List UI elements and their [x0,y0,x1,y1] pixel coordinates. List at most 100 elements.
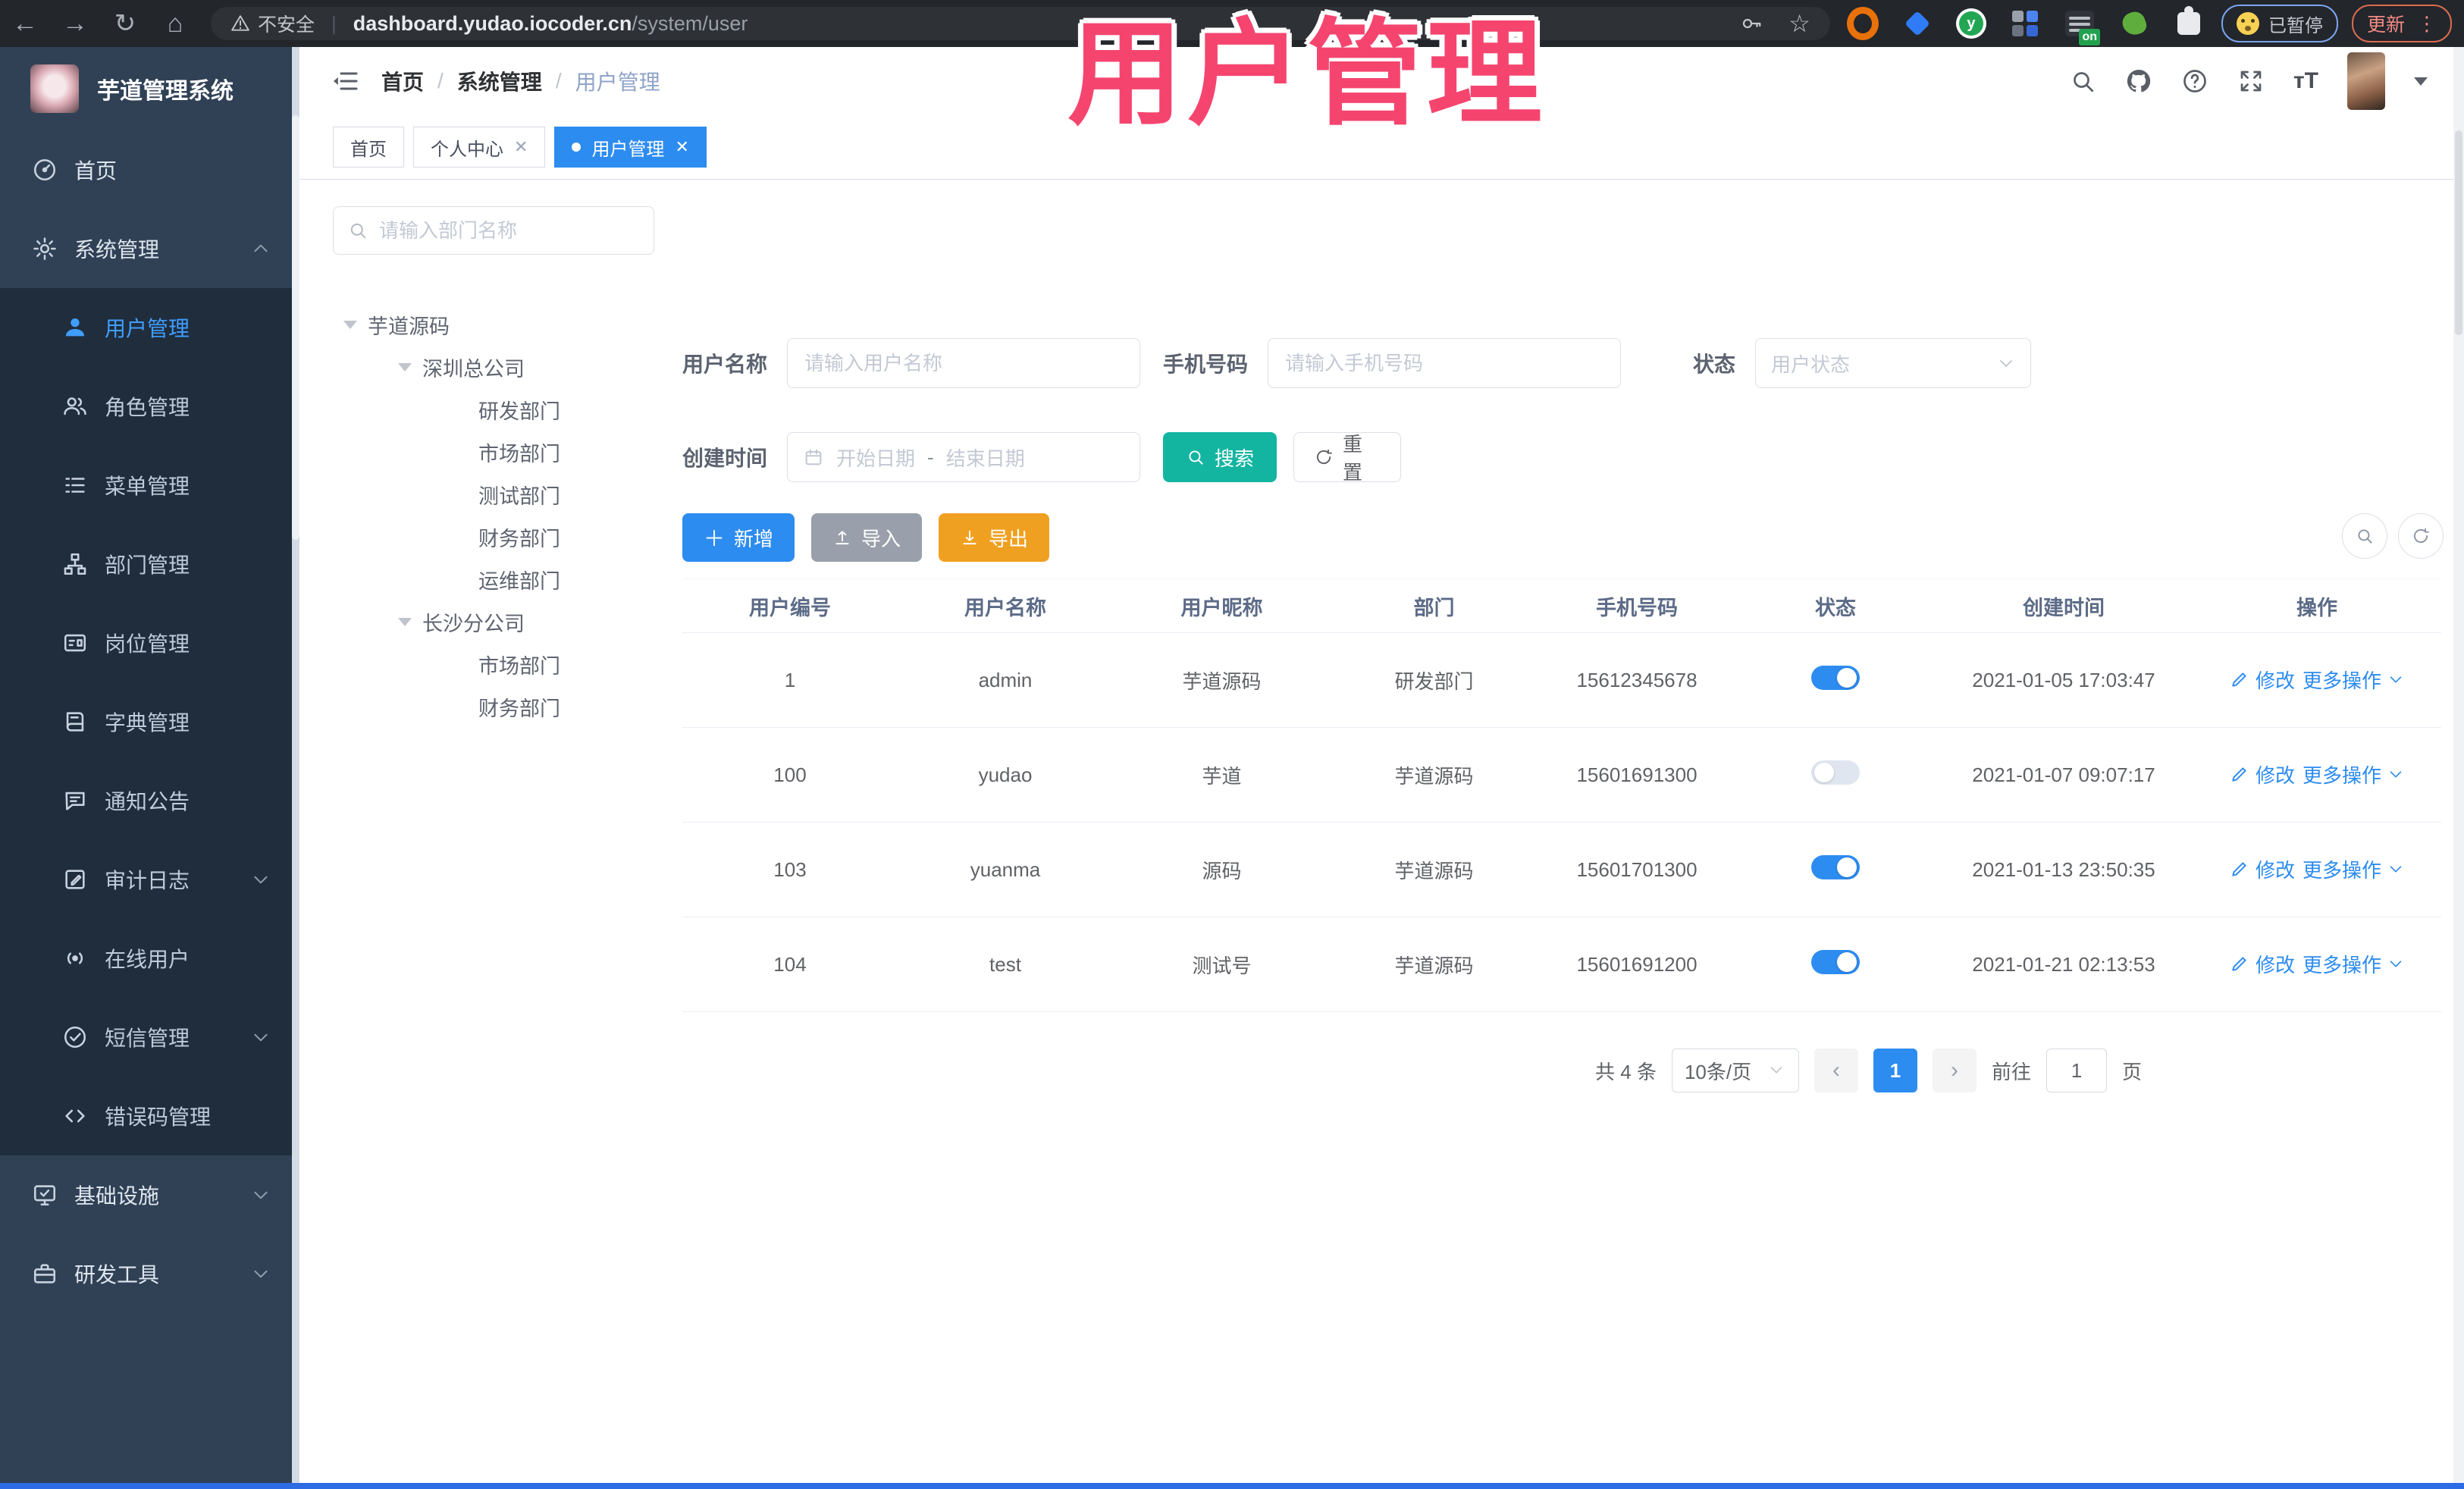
mobile-input[interactable] [1284,350,1606,376]
browser-update-button[interactable]: 更新 ⋮ [2351,5,2452,42]
dept-search-input[interactable] [378,218,640,243]
sidebar-item-sms-mgmt[interactable]: 短信管理 [0,998,292,1077]
search-icon[interactable] [2069,67,2096,95]
tree-node[interactable]: 测试部门 [333,473,654,516]
close-icon[interactable]: ✕ [514,137,528,157]
col-nickname: 用户昵称 [1113,578,1331,633]
date-range-picker[interactable]: 开始日期 - 结束日期 [787,432,1141,482]
app-title: 芋道管理系统 [97,79,234,104]
page-number-1[interactable]: 1 [1873,1049,1917,1092]
browser-forward-icon[interactable]: → [50,9,100,39]
close-icon[interactable]: ✕ [675,137,688,157]
sidebar-item-devtools[interactable]: 研发工具 [0,1234,292,1313]
browser-reload-icon[interactable]: ↻ [100,8,150,39]
tree-node[interactable]: 芋道源码 [333,303,654,346]
edit-link[interactable]: 修改 [2230,855,2295,883]
reset-button[interactable]: 重置 [1293,432,1401,484]
search-button[interactable]: 搜索 [1163,432,1277,482]
status-toggle[interactable] [1811,665,1860,690]
export-button[interactable]: 导出 [939,513,1049,562]
sidebar-item-menu-mgmt[interactable]: 菜单管理 [0,446,292,525]
refresh-table-button[interactable] [2398,513,2444,559]
chevron-down-icon [2387,860,2404,877]
user-avatar[interactable] [2347,52,2385,110]
help-icon[interactable] [2181,67,2209,95]
tree-node[interactable]: 市场部门 [333,431,654,473]
sidebar-item-notice[interactable]: 通知公告 [0,761,292,840]
status-toggle[interactable] [1811,949,1860,974]
tab-profile[interactable]: 个人中心 ✕ [413,127,546,168]
breadcrumb-home[interactable]: 首页 [381,66,424,96]
fullscreen-icon[interactable] [2237,67,2265,95]
next-page-button[interactable]: › [1932,1049,1977,1092]
status-select[interactable]: 用户状态 [1755,338,2032,388]
username-input[interactable] [803,350,1125,376]
tree-node[interactable]: 运维部门 [333,558,654,600]
tree-node[interactable]: 长沙分公司 [333,600,654,643]
sidebar-item-infra[interactable]: 基础设施 [0,1155,292,1234]
sidebar-item-user-mgmt[interactable]: 用户管理 [0,288,292,367]
browser-home-icon[interactable]: ⌂ [150,9,200,39]
sidebar-item-post-mgmt[interactable]: 岗位管理 [0,603,292,682]
not-secure-badge[interactable]: 不安全 [230,10,315,37]
password-key-icon[interactable] [1740,12,1763,35]
edit-link[interactable]: 修改 [2230,760,2295,788]
sidebar-item-home[interactable]: 首页 [0,130,292,209]
breadcrumb-system[interactable]: 系统管理 [457,66,542,96]
prev-page-button[interactable]: ‹ [1814,1049,1858,1092]
tree-expand-icon[interactable] [398,362,412,371]
grid-extension-icon[interactable] [2009,8,2041,39]
adblock-extension-icon[interactable] [1846,7,1879,40]
font-size-icon[interactable]: тT [2293,68,2318,94]
sidebar-item-role-mgmt[interactable]: 角色管理 [0,367,292,446]
avatar-caret-icon[interactable] [2414,77,2428,86]
switcher-extension-icon[interactable]: on [2064,8,2100,45]
more-actions-link[interactable]: 更多操作 [2303,760,2404,788]
browser-menu-dots-icon[interactable]: ⋮ [2417,12,2437,36]
github-icon[interactable] [2125,67,2152,95]
tree-node[interactable]: 研发部门 [333,388,654,431]
tab-user-mgmt[interactable]: 用户管理 ✕ [554,127,707,168]
puzzle-extensions-icon[interactable] [2173,6,2205,39]
tree-node[interactable]: 财务部门 [333,685,654,728]
browser-back-icon[interactable]: ← [0,9,50,39]
browser-profile-chip[interactable]: 已暂停 [2221,5,2338,42]
sidebar-item-audit-log[interactable]: 审计日志 [0,840,292,919]
more-actions-link[interactable]: 更多操作 [2303,666,2404,694]
tree-node[interactable]: 市场部门 [333,643,654,685]
bookmark-star-icon[interactable]: ☆ [1788,9,1810,38]
tree-expand-icon[interactable] [343,320,357,329]
gem-extension-icon[interactable] [1901,8,1933,39]
y-extension-icon[interactable]: y [1955,8,1986,39]
status-toggle[interactable] [1811,854,1860,879]
sidebar-item-dept-mgmt[interactable]: 部门管理 [0,525,292,603]
more-actions-link[interactable]: 更多操作 [2303,855,2404,883]
green-key-extension-icon[interactable] [2118,8,2150,39]
user-table: 用户编号 用户名称 用户昵称 部门 手机号码 状态 创建时间 操作 1 admi… [682,578,2441,1012]
more-actions-link[interactable]: 更多操作 [2303,950,2404,978]
page-scrollbar[interactable] [2453,47,2464,1489]
toggle-search-button[interactable] [2342,513,2387,559]
sidebar-item-errcode-mgmt[interactable]: 错误码管理 [0,1077,292,1155]
status-toggle[interactable] [1811,760,1860,785]
app-logo[interactable]: 芋道管理系统 [0,47,299,130]
sidebar-item-system[interactable]: 系统管理 [0,209,292,288]
online-icon [62,945,88,971]
address-bar[interactable]: 不安全 | dashboard.yudao.iocoder.cn /system… [211,7,1830,40]
sidebar-scrollbar[interactable] [292,47,299,1489]
goto-page-input[interactable] [2045,1049,2107,1092]
page-size-select[interactable]: 10条/页 [1671,1049,1799,1092]
dept-search-box[interactable] [333,206,654,255]
code-icon [62,1103,88,1129]
edit-link[interactable]: 修改 [2230,666,2295,694]
sidebar-item-dict-mgmt[interactable]: 字典管理 [0,682,292,761]
tab-home[interactable]: 首页 [333,127,404,168]
hamburger-icon[interactable] [330,66,360,96]
tree-node[interactable]: 财务部门 [333,516,654,558]
tree-node[interactable]: 深圳总公司 [333,346,654,388]
edit-link[interactable]: 修改 [2230,950,2295,978]
add-button[interactable]: ＋ 新增 [682,513,795,562]
import-button[interactable]: 导入 [811,513,922,562]
tree-expand-icon[interactable] [398,617,412,626]
sidebar-item-online-users[interactable]: 在线用户 [0,919,292,998]
